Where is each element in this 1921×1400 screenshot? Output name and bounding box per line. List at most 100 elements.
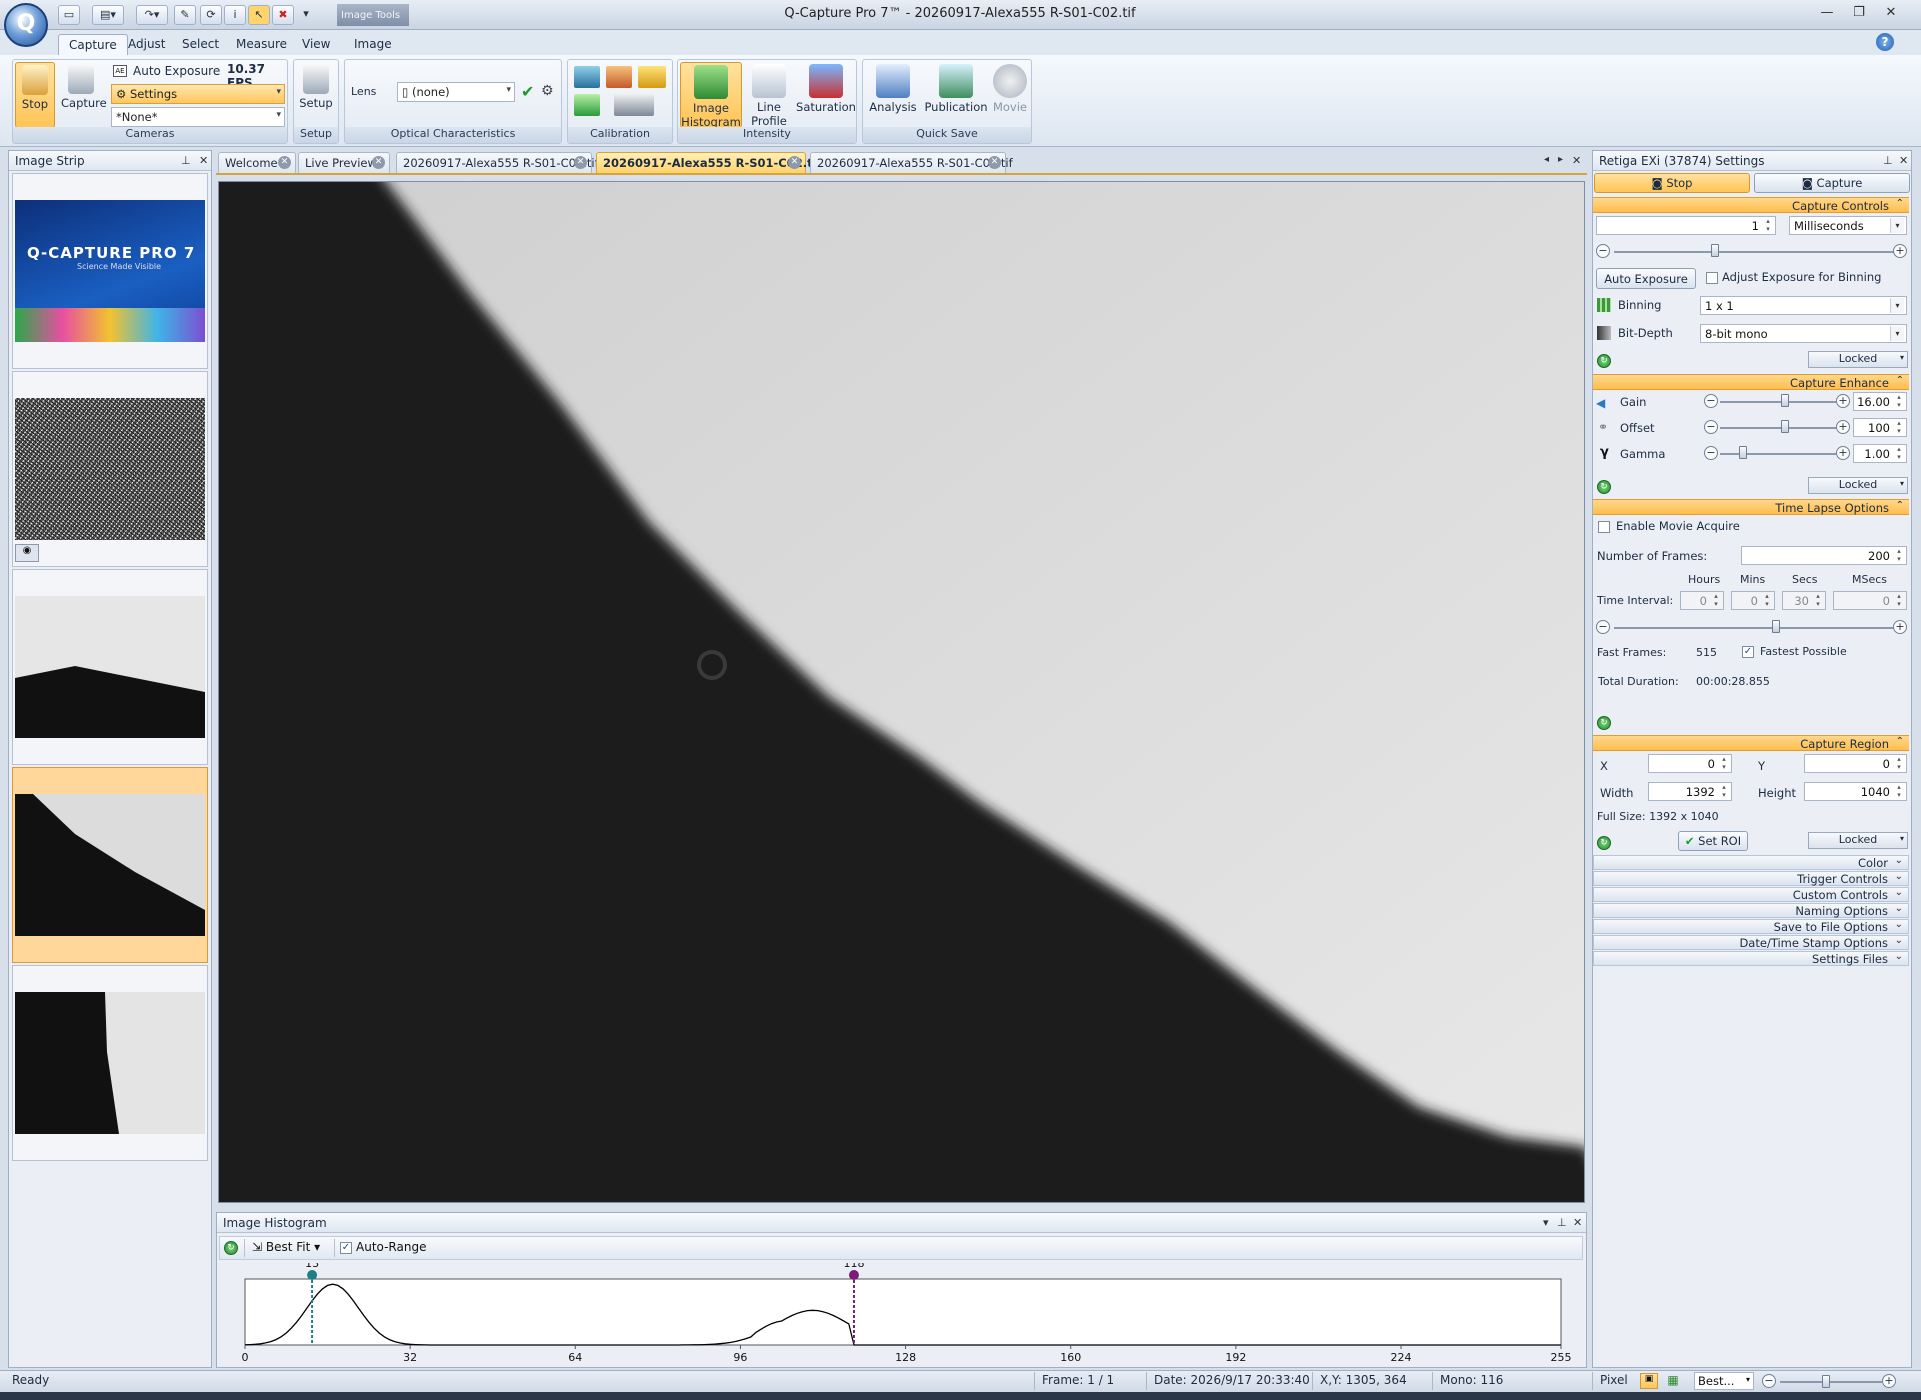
interval-slider-track[interactable] (1614, 627, 1894, 629)
offset-slider-knob[interactable] (1780, 420, 1789, 433)
gain-slider-knob[interactable] (1780, 394, 1789, 407)
enable-movie-checkbox[interactable] (1598, 521, 1610, 533)
doc-tab-live-preview[interactable]: Live Preview* ✕ (298, 152, 390, 173)
publication-button[interactable]: Publication (923, 62, 989, 128)
exposure-increase-icon[interactable]: + (1893, 244, 1907, 258)
bit-depth-dropdown[interactable]: 8-bit mono ▾ (1700, 324, 1907, 343)
doc-tab-c03[interactable]: 20260917-Alexa555 R-S01-C03.tif ✕ (810, 152, 1013, 173)
section-capture-controls[interactable]: Capture Controls ⌃ (1593, 197, 1909, 213)
section-date-time-stamp[interactable]: Date/Time Stamp Options ⌄ (1593, 935, 1909, 950)
set-roi-button[interactable]: ✔ Set ROI (1678, 831, 1748, 851)
capture-region-locked-dropdown[interactable]: Locked ▾ (1808, 832, 1908, 849)
capture-enhance-locked-dropdown[interactable]: Locked ▾ (1808, 477, 1908, 494)
tab-scroll-left-icon[interactable]: ◂ (1544, 154, 1549, 165)
exposure-unit-dropdown[interactable]: Milliseconds ▾ (1789, 216, 1907, 235)
status-units[interactable]: Pixel (1600, 1373, 1628, 1387)
offset-field[interactable]: 100 ▴ ▾ (1853, 418, 1907, 437)
gamma-decrease-icon[interactable]: − (1704, 446, 1718, 460)
gain-field[interactable]: 16.00 ▴ ▾ (1853, 392, 1907, 411)
qat-customize-icon[interactable]: ▾ (298, 5, 314, 25)
offset-slider-track[interactable] (1720, 427, 1836, 429)
app-logo-icon[interactable]: Q (4, 3, 48, 47)
ribbon-tab-adjust[interactable]: Adjust (118, 34, 176, 56)
auto-range-checkbox[interactable]: ✓ (340, 1242, 352, 1254)
doc-tab-c01[interactable]: 20260917-Alexa555 R-S01-C01.tif ✕ (396, 152, 599, 173)
open-icon[interactable]: ▤▾ (92, 5, 124, 25)
thumbnail-c03[interactable] (12, 965, 208, 1161)
roi-height-field[interactable]: 1040 ▴ ▾ (1804, 782, 1907, 801)
delete-icon[interactable]: ✖ (272, 5, 294, 25)
interval-mins-field[interactable]: 0 ▴ ▾ (1731, 591, 1775, 610)
pointer-icon[interactable]: ↖ (248, 5, 270, 25)
gain-increase-icon[interactable]: + (1836, 394, 1850, 408)
ribbon-tab-measure[interactable]: Measure (226, 34, 297, 56)
reset-time-lapse-icon[interactable]: ↻ (1597, 716, 1611, 730)
close-window-icon[interactable]: ✕ (1878, 4, 1904, 24)
fastest-possible-checkbox[interactable]: ✓ (1742, 646, 1754, 658)
movie-button[interactable]: Movie (989, 62, 1031, 128)
roi-width-field[interactable]: 1392 ▴ ▾ (1648, 782, 1732, 801)
close-tab-icon[interactable]: ✕ (372, 156, 385, 169)
pin-icon[interactable]: ⊥ (181, 154, 191, 167)
close-pane-icon[interactable]: ✕ (199, 154, 208, 167)
grid-view-icon[interactable]: ▦ (1664, 1373, 1682, 1389)
histogram-pin-icon[interactable]: ⊥ (1557, 1216, 1567, 1229)
section-capture-region[interactable]: Capture Region ⌃ (1593, 735, 1909, 751)
ribbon-tab-image[interactable]: Image (344, 34, 402, 56)
panel-auto-exposure-button[interactable]: Auto Exposure (1596, 268, 1696, 289)
preset-dropdown[interactable]: *None* ▾ (111, 107, 285, 127)
interval-slider-knob[interactable] (1772, 620, 1781, 633)
gain-decrease-icon[interactable]: − (1704, 394, 1718, 408)
reset-capture-enhance-icon[interactable]: ↻ (1597, 480, 1611, 494)
settings-close-icon[interactable]: ✕ (1899, 154, 1908, 167)
interval-increase-icon[interactable]: + (1893, 620, 1907, 634)
close-document-icon[interactable]: ✕ (1572, 154, 1581, 167)
image-view-icon[interactable]: ▣ (1640, 1373, 1658, 1389)
close-tab-icon[interactable]: ✕ (278, 156, 291, 169)
interval-msecs-field[interactable]: 0 ▴ ▾ (1833, 591, 1907, 610)
interval-hours-field[interactable]: 0 ▴ ▾ (1680, 591, 1724, 610)
doc-tab-welcome[interactable]: Welcome ✕ (218, 152, 296, 173)
adjust-binning-checkbox[interactable] (1706, 272, 1718, 284)
section-capture-enhance[interactable]: Capture Enhance ⌃ (1593, 374, 1909, 390)
close-tab-icon[interactable]: ✕ (788, 156, 801, 169)
thumbnail-live-preview[interactable]: ◉ (12, 371, 208, 567)
lens-settings-icon[interactable]: ⚙ (541, 83, 554, 99)
close-tab-icon[interactable]: ✕ (574, 156, 587, 169)
stop-button[interactable]: Stop (15, 62, 55, 128)
line-profile-button[interactable]: Line Profile (744, 62, 794, 128)
calibrate-ruler-icon[interactable] (638, 66, 666, 88)
reset-capture-controls-icon[interactable]: ↻ (1597, 354, 1611, 368)
exposure-field[interactable]: 1 ▴ ▾ (1596, 216, 1776, 235)
section-save-to-file[interactable]: Save to File Options ⌄ (1593, 919, 1909, 934)
frames-field[interactable]: 200 ▴ ▾ (1741, 546, 1907, 565)
close-tab-icon[interactable]: ✕ (988, 156, 1001, 169)
panel-capture-button[interactable]: ◙ Capture (1754, 173, 1910, 193)
section-trigger-controls[interactable]: Trigger Controls ⌄ (1593, 871, 1909, 886)
zoom-slider-knob[interactable] (1822, 1375, 1830, 1388)
minimize-icon[interactable]: — (1814, 4, 1840, 24)
info-icon[interactable]: i (224, 5, 246, 25)
gamma-slider-track[interactable] (1720, 453, 1836, 455)
gamma-slider-knob[interactable] (1739, 446, 1748, 459)
reset-capture-region-icon[interactable]: ↻ (1597, 836, 1611, 850)
settings-dropdown[interactable]: ⚙ Settings ▾ (111, 84, 285, 104)
roi-y-field[interactable]: 0 ▴ ▾ (1804, 754, 1907, 773)
thumbnail-splash[interactable]: Q-CAPTURE PRO 7 Science Made Visible (12, 173, 208, 369)
interval-decrease-icon[interactable]: − (1596, 620, 1610, 634)
zoom-dropdown[interactable]: Best... ▾ (1694, 1372, 1754, 1390)
setup-button[interactable]: Setup (296, 62, 336, 128)
tab-scroll-right-icon[interactable]: ▸ (1558, 154, 1563, 165)
image-histogram-button[interactable]: Image Histogram (680, 62, 742, 129)
exposure-slider-track[interactable] (1614, 251, 1894, 253)
gamma-field[interactable]: 1.00 ▴ ▾ (1853, 444, 1907, 463)
exposure-slider-knob[interactable] (1710, 244, 1719, 257)
section-naming-options[interactable]: Naming Options ⌄ (1593, 903, 1909, 918)
panel-stop-button[interactable]: ◙ Stop (1594, 173, 1750, 193)
section-custom-controls[interactable]: Custom Controls ⌄ (1593, 887, 1909, 902)
saturation-button[interactable]: Saturation (796, 62, 856, 128)
capture-controls-locked-dropdown[interactable]: Locked ▾ (1808, 351, 1908, 368)
lens-dropdown[interactable]: ▯ (none) ▾ (397, 82, 515, 102)
zoom-in-icon[interactable]: + (1882, 1374, 1896, 1388)
gamma-increase-icon[interactable]: + (1836, 446, 1850, 460)
